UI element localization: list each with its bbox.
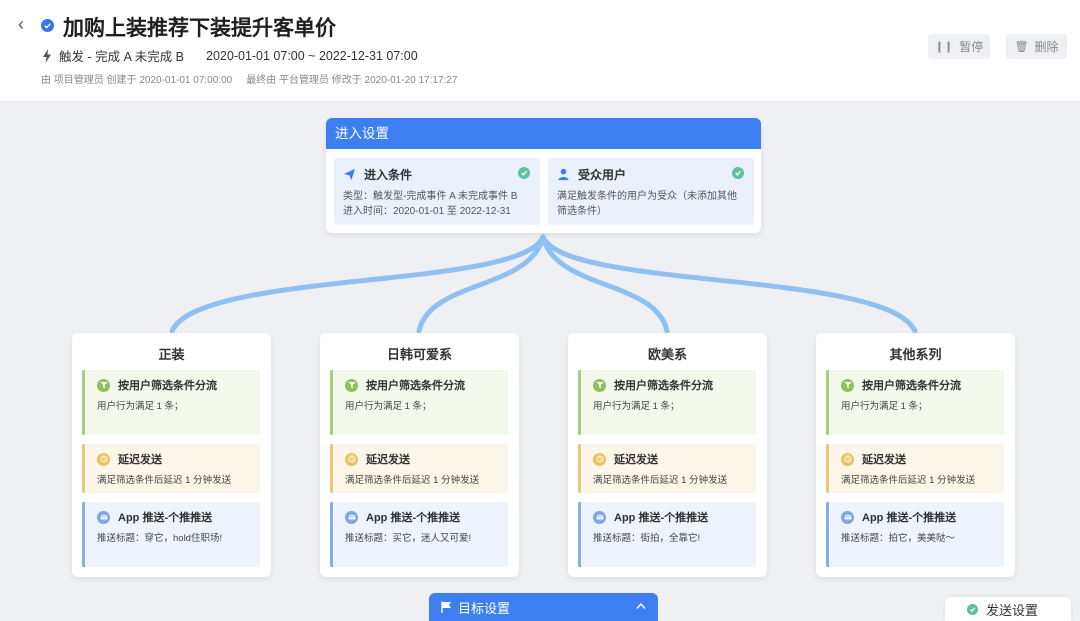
push-text: 推送标题：穿它，hold住职场! [97, 533, 223, 544]
delay-text: 满足筛选条件后延迟 1 分钟发送 [345, 475, 480, 486]
check-icon [518, 167, 530, 179]
filter-step[interactable]: 按用户筛选条件分流用户行为满足 1 条； [826, 370, 1004, 435]
audience-text-line2: 筛选条件） [557, 206, 607, 217]
branch-title: 欧美系 [647, 347, 687, 362]
branch-card[interactable]: 正装 按用户筛选条件分流用户行为满足 1 条； 延迟发送满足筛选条件后延迟 1 … [72, 333, 271, 577]
delay-step[interactable]: 延迟发送满足筛选条件后延迟 1 分钟发送 [330, 444, 508, 493]
filter-icon [345, 378, 358, 392]
entry-settings-title: 进入设置 [326, 118, 761, 149]
user-icon [558, 168, 569, 181]
branch-title: 日韩可爱系 [386, 347, 452, 362]
delay-step[interactable]: 延迟发送满足筛选条件后延迟 1 分钟发送 [826, 444, 1004, 493]
branch-title: 正装 [158, 347, 185, 362]
mail-icon [593, 510, 606, 524]
clock-icon [841, 452, 854, 466]
filter-title: 按用户筛选条件分流 [614, 380, 713, 392]
push-text: 推送标题：买它，迷人又可爱! [345, 533, 472, 544]
delay-step[interactable]: 延迟发送满足筛选条件后延迟 1 分钟发送 [82, 444, 260, 493]
audience-title: 受众用户 [578, 168, 627, 182]
delay-title: 延迟发送 [614, 454, 658, 466]
mail-icon [345, 510, 358, 524]
delay-title: 延迟发送 [366, 454, 410, 466]
branch-card[interactable]: 日韩可爱系 按用户筛选条件分流用户行为满足 1 条； 延迟发送满足筛选条件后延迟… [320, 333, 519, 577]
filter-icon [593, 378, 606, 392]
delay-step[interactable]: 延迟发送满足筛选条件后延迟 1 分钟发送 [578, 444, 756, 493]
push-title: App 推送-个推推送 [862, 512, 957, 524]
paper-plane-icon [343, 168, 356, 181]
mail-icon [841, 510, 854, 524]
flag-icon [441, 601, 451, 613]
check-icon [732, 167, 744, 179]
filter-icon [97, 378, 110, 392]
mail-icon [97, 510, 110, 524]
push-title: App 推送-个推推送 [614, 512, 709, 524]
push-text: 推送标题：拍它，美美哒～ [841, 533, 956, 544]
push-step[interactable]: App 推送-个推推送推送标题：街拍，全靠它! [578, 502, 756, 567]
delay-text: 满足筛选条件后延迟 1 分钟发送 [841, 475, 976, 486]
delay-title: 延迟发送 [862, 454, 906, 466]
filter-text: 用户行为满足 1 条； [593, 401, 680, 412]
entry-time-text: 进入时间：2020-01-01 至 2022-12-31 [343, 206, 511, 217]
clock-icon [345, 452, 358, 466]
clock-icon [593, 452, 606, 466]
send-settings-title: 发送设置 [986, 602, 1039, 618]
entry-condition-card[interactable]: 进入条件 类型：触发型-完成事件 A 未完成事件 B 进入时间：2020-01-0… [334, 158, 540, 225]
delay-title: 延迟发送 [118, 454, 162, 466]
send-settings-panel[interactable]: 发送设置 [945, 597, 1071, 621]
chevron-up-icon[interactable] [636, 602, 646, 610]
push-step[interactable]: App 推送-个推推送推送标题：买它，迷人又可爱! [330, 502, 508, 567]
check-icon [967, 603, 978, 615]
filter-text: 用户行为满足 1 条； [841, 401, 928, 412]
filter-step[interactable]: 按用户筛选条件分流用户行为满足 1 条； [330, 370, 508, 435]
entry-settings-panel[interactable]: 进入设置 进入条件 类型：触发型-完成事件 A 未完成事件 B 进入时间：2020… [326, 118, 761, 233]
push-title: App 推送-个推推送 [366, 512, 461, 524]
branch-card[interactable]: 欧美系 按用户筛选条件分流用户行为满足 1 条； 延迟发送满足筛选条件后延迟 1… [568, 333, 767, 577]
audience-text-line1: 满足触发条件的用户为受众（未添加其他 [557, 191, 737, 202]
branch-card[interactable]: 其他系列 按用户筛选条件分流用户行为满足 1 条； 延迟发送满足筛选条件后延迟 … [816, 333, 1015, 577]
filter-title: 按用户筛选条件分流 [118, 380, 217, 392]
goal-settings-title: 目标设置 [458, 600, 511, 616]
filter-text: 用户行为满足 1 条； [97, 401, 184, 412]
delay-text: 满足筛选条件后延迟 1 分钟发送 [593, 475, 728, 486]
filter-step[interactable]: 按用户筛选条件分流用户行为满足 1 条； [578, 370, 756, 435]
audience-card[interactable]: 受众用户 满足触发条件的用户为受众（未添加其他 筛选条件） [548, 158, 754, 225]
push-step[interactable]: App 推送-个推推送推送标题：拍它，美美哒～ [826, 502, 1004, 567]
delay-text: 满足筛选条件后延迟 1 分钟发送 [97, 475, 232, 486]
clock-icon [97, 452, 110, 466]
push-step[interactable]: App 推送-个推推送推送标题：穿它，hold住职场! [82, 502, 260, 567]
push-text: 推送标题：街拍，全靠它! [593, 533, 701, 544]
push-title: App 推送-个推推送 [118, 512, 213, 524]
filter-title: 按用户筛选条件分流 [366, 380, 465, 392]
filter-icon [841, 378, 854, 392]
branch-title: 其他系列 [889, 347, 942, 362]
entry-condition-title: 进入条件 [364, 168, 413, 182]
filter-text: 用户行为满足 1 条； [345, 401, 432, 412]
entry-type-text: 类型：触发型-完成事件 A 未完成事件 B [343, 191, 518, 202]
goal-settings-panel[interactable]: 目标设置 [429, 593, 658, 621]
filter-step[interactable]: 按用户筛选条件分流用户行为满足 1 条； [82, 370, 260, 435]
filter-title: 按用户筛选条件分流 [862, 380, 961, 392]
